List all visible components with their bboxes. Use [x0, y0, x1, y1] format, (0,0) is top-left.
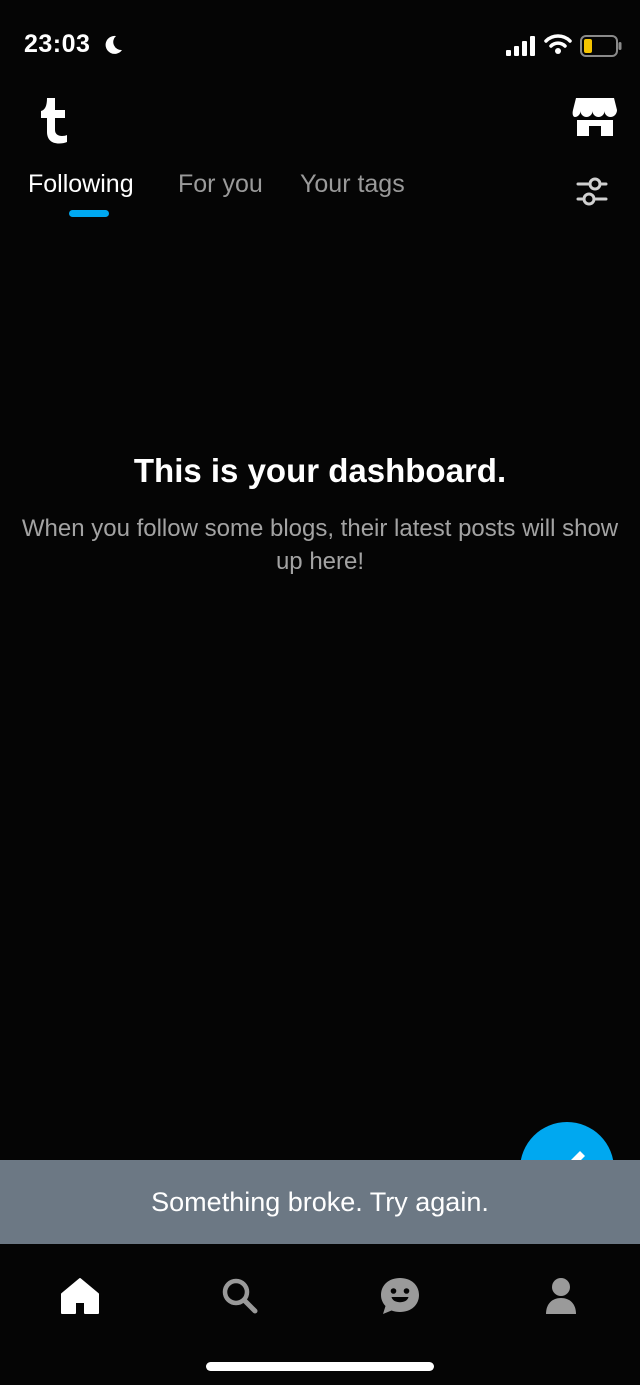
nav-search[interactable] [210, 1266, 270, 1326]
nav-activity[interactable] [370, 1266, 430, 1326]
tab-following[interactable]: Following [28, 170, 134, 199]
bottom-nav [0, 1244, 640, 1385]
tumblr-logo-icon[interactable] [36, 96, 76, 144]
error-toast[interactable]: Something broke. Try again. [0, 1160, 640, 1244]
account-icon [546, 1278, 576, 1314]
dashboard-screen: 23:03 Following For you Your tags This i… [0, 0, 640, 1385]
sliders-icon[interactable] [574, 175, 610, 207]
home-icon [61, 1278, 99, 1314]
activity-smiley-icon [381, 1278, 419, 1314]
tab-for-you[interactable]: For you [178, 170, 263, 199]
wifi-icon [544, 34, 572, 54]
home-indicator[interactable] [206, 1362, 434, 1371]
empty-state-body: When you follow some blogs, their latest… [21, 515, 619, 575]
toast-message: Something broke. Try again. [151, 1186, 489, 1217]
battery-icon [580, 35, 622, 57]
active-tab-indicator [69, 210, 109, 217]
status-time: 23:03 [24, 30, 91, 58]
empty-state-title: This is your dashboard. [133, 452, 507, 489]
storefront-icon[interactable] [572, 96, 618, 138]
tab-your-tags[interactable]: Your tags [300, 170, 405, 199]
signal-icon [506, 36, 535, 56]
nav-account[interactable] [531, 1266, 591, 1326]
nav-home[interactable] [50, 1266, 110, 1326]
search-icon [222, 1278, 258, 1314]
status-bar: 23:03 [0, 0, 640, 92]
moon-icon [105, 35, 122, 54]
